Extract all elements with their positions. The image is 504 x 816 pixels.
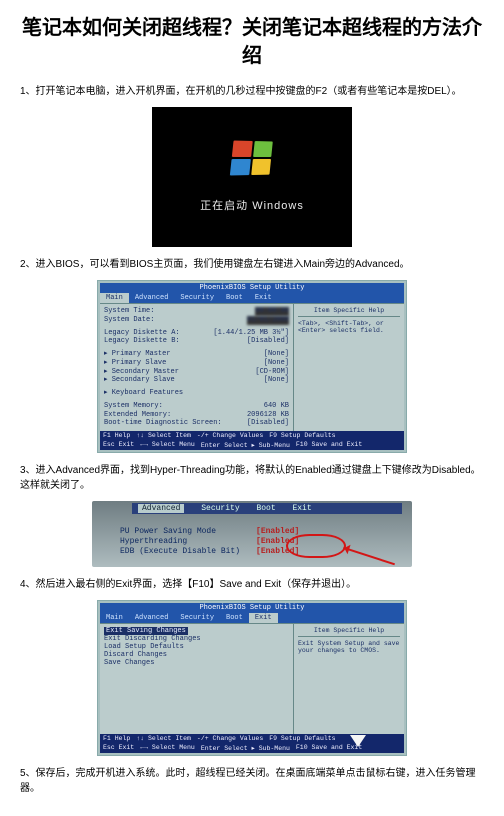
menu-security: Security — [174, 613, 220, 623]
foot-key: F9 Setup Defaults — [269, 735, 335, 742]
value: [None] — [264, 376, 289, 385]
label: Extended Memory: — [104, 411, 171, 420]
screenshot-bios-advanced: Advanced Security Boot Exit PU Power Sav… — [92, 501, 412, 567]
step-3: 3、进入Advanced界面，找到Hyper-Threading功能，将默认的E… — [20, 463, 484, 493]
label: Secondary Master — [104, 368, 179, 377]
value-redacted: 00:00:00 — [255, 307, 289, 316]
menu-security: Security — [201, 504, 239, 513]
bios-menu-bar: Main Advanced Security Boot Exit — [100, 613, 404, 623]
menu-boot: Boot — [220, 613, 249, 623]
step-1: 1、打开笔记本电脑，进入开机界面，在开机的几秒过程中按键盘的F2（或者有些笔记本… — [20, 84, 484, 99]
foot-key: ←→ Select Menu — [140, 744, 195, 752]
value: [CD-ROM] — [255, 368, 289, 377]
bios-menu-bar: Advanced Security Boot Exit — [132, 503, 402, 514]
label: PU Power Saving Mode — [120, 527, 216, 537]
label: Legacy Diskette B: — [104, 337, 180, 346]
menu-item-selected: Exit Saving Changes — [104, 627, 188, 635]
help-text: <Tab>, <Shift-Tab>, or <Enter> selects f… — [298, 320, 400, 334]
label: Keyboard Features — [104, 389, 183, 398]
bios-menu-bar: Main Advanced Security Boot Exit — [100, 293, 404, 303]
screenshot-boot-windows: 正在启动 Windows — [152, 107, 352, 247]
label: System Date: — [104, 316, 154, 325]
label: Hyperthreading — [120, 537, 187, 547]
foot-key: F10 Save and Exit — [296, 441, 362, 449]
help-text: Exit System Setup and save your changes … — [298, 640, 400, 654]
annotation-circle — [286, 534, 346, 558]
value: [None] — [264, 359, 289, 368]
foot-key: Esc Exit — [103, 441, 134, 449]
label: System Memory: — [104, 402, 163, 411]
menu-item: Discard Changes — [104, 651, 289, 659]
cursor-icon — [350, 735, 366, 747]
foot-key: F9 Setup Defaults — [269, 432, 335, 439]
value: [Enabled] — [256, 527, 299, 537]
foot-key: -/+ Change Values — [197, 432, 263, 439]
step-2: 2、进入BIOS，可以看到BIOS主页面，我们使用键盘左右键进入Main旁边的A… — [20, 257, 484, 272]
label: System Time: — [104, 307, 154, 316]
value: [Disabled] — [247, 337, 289, 346]
annotation-arrow — [343, 547, 395, 566]
foot-key: F1 Help — [103, 735, 130, 742]
value: 640 KB — [264, 402, 289, 411]
label: Primary Master — [104, 350, 171, 359]
menu-boot: Boot — [220, 293, 249, 303]
foot-key: Enter Select ▸ Sub-Menu — [201, 744, 290, 752]
menu-advanced: Advanced — [129, 613, 175, 623]
menu-main: Main — [100, 293, 129, 303]
step-5: 5、保存后，完成开机进入系统。此时，超线程已经关闭。在桌面底端菜单点击鼠标右键，… — [20, 766, 484, 796]
foot-key: ←→ Select Menu — [140, 441, 195, 449]
label: Primary Slave — [104, 359, 166, 368]
menu-item: Save Changes — [104, 659, 289, 667]
bios-exit-panel: Exit Saving Changes Exit Discarding Chan… — [100, 624, 293, 734]
value: [Disabled] — [247, 419, 289, 428]
foot-key: ↑↓ Select Item — [136, 735, 191, 742]
label: Legacy Diskette A: — [104, 329, 180, 338]
step-4: 4、然后进入最右侧的Exit界面，选择【F10】Save and Exit（保存… — [20, 577, 484, 592]
boot-status-text: 正在启动 Windows — [200, 197, 304, 213]
bios-main-panel: System Time: 00:00:00 System Date: 01/01/2… — [100, 304, 293, 431]
menu-exit: Exit — [292, 504, 311, 513]
help-title: Item Specific Help — [298, 307, 400, 317]
bios-footer-2: Esc Exit ←→ Select Menu Enter Select ▸ S… — [100, 440, 404, 450]
value-redacted: 01/01/2000 — [247, 316, 289, 325]
foot-key: Enter Select ▸ Sub-Menu — [201, 441, 290, 449]
help-title: Item Specific Help — [298, 627, 400, 637]
bios-title: PhoenixBIOS Setup Utility — [100, 283, 404, 293]
foot-key: Esc Exit — [103, 744, 134, 752]
bios-help-panel: Item Specific Help <Tab>, <Shift-Tab>, o… — [293, 304, 404, 431]
foot-key: F1 Help — [103, 432, 130, 439]
screenshot-bios-exit: PhoenixBIOS Setup Utility Main Advanced … — [97, 600, 407, 756]
menu-boot: Boot — [256, 504, 275, 513]
label: Secondary Slave — [104, 376, 175, 385]
value: [1.44/1.25 MB 3½"] — [213, 329, 289, 338]
menu-item: Exit Discarding Changes — [104, 635, 289, 643]
menu-security: Security — [174, 293, 220, 303]
menu-advanced: Advanced — [138, 504, 184, 513]
foot-key: ↑↓ Select Item — [136, 432, 191, 439]
value: [None] — [264, 350, 289, 359]
bios-title: PhoenixBIOS Setup Utility — [100, 603, 404, 613]
value: 2096128 KB — [247, 411, 289, 420]
label: EDB (Execute Disable Bit) — [120, 547, 240, 557]
menu-main: Main — [100, 613, 129, 623]
windows-logo-icon — [230, 141, 273, 176]
foot-key: -/+ Change Values — [197, 735, 263, 742]
menu-advanced: Advanced — [129, 293, 175, 303]
menu-exit: Exit — [249, 613, 278, 623]
page-title: 笔记本如何关闭超线程？关闭笔记本超线程的方法介绍 — [20, 14, 484, 70]
menu-exit: Exit — [249, 293, 278, 303]
bios-help-panel: Item Specific Help Exit System Setup and… — [293, 624, 404, 734]
screenshot-bios-main: PhoenixBIOS Setup Utility Main Advanced … — [97, 280, 407, 453]
label: Boot-time Diagnostic Screen: — [104, 419, 222, 428]
bios-footer: F1 Help ↑↓ Select Item -/+ Change Values… — [100, 431, 404, 440]
menu-item: Load Setup Defaults — [104, 643, 289, 651]
